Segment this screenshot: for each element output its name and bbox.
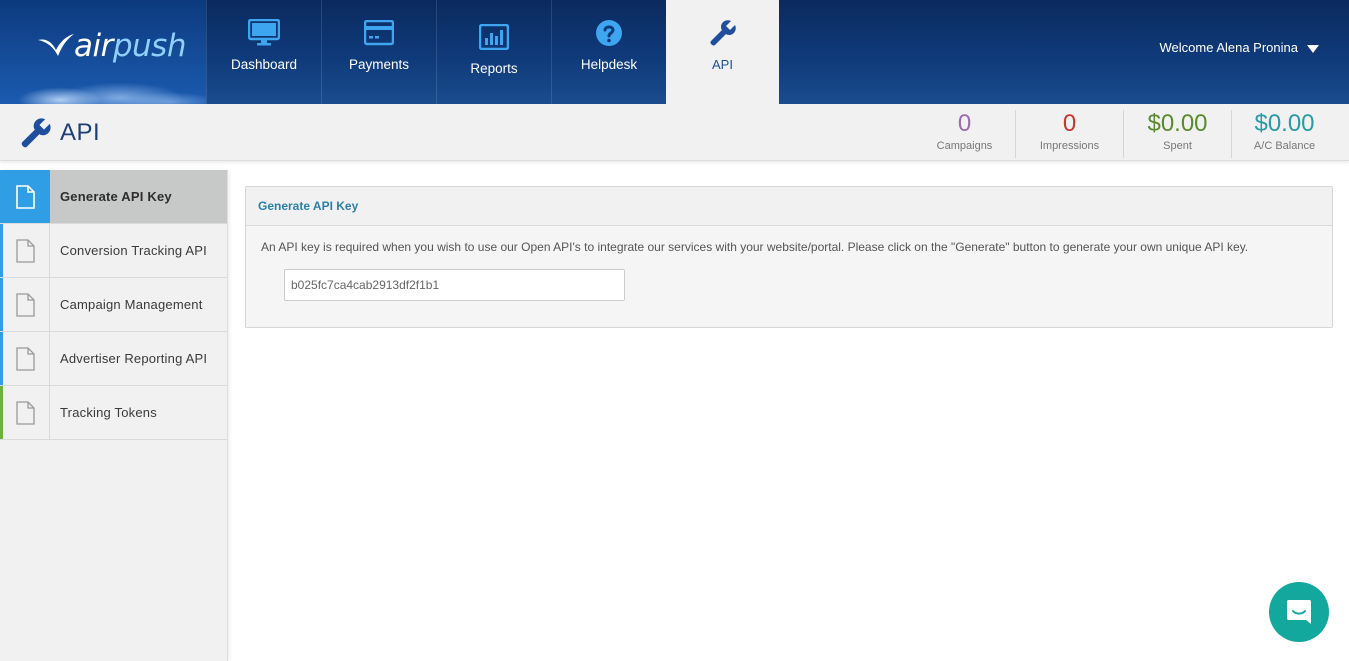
accent-bar bbox=[0, 224, 3, 277]
sidebar-item-label: Conversion Tracking API bbox=[60, 243, 207, 258]
sidebar-item-label: Advertiser Reporting API bbox=[60, 351, 208, 366]
credit-card-icon bbox=[364, 20, 394, 46]
generate-api-key-panel: Generate API Key An API key is required … bbox=[245, 186, 1333, 328]
api-key-field[interactable] bbox=[284, 269, 625, 301]
document-icon bbox=[15, 400, 35, 425]
stat-label: Impressions bbox=[1039, 140, 1100, 152]
nav-helpdesk[interactable]: Helpdesk bbox=[551, 0, 666, 104]
stat-value: 0 bbox=[957, 110, 972, 137]
nav-dashboard[interactable]: Dashboard bbox=[206, 0, 321, 104]
logo-text-push: push bbox=[112, 28, 187, 64]
logo-text: airpush bbox=[74, 28, 186, 64]
stat-spent: $0.00 Spent bbox=[1123, 110, 1231, 158]
sidebar-item-generate-api-key[interactable]: Generate API Key bbox=[0, 170, 227, 224]
wrench-icon bbox=[709, 20, 736, 46]
question-circle-icon bbox=[596, 20, 622, 46]
nav-reports[interactable]: Reports bbox=[436, 0, 551, 104]
nav-api-label: API bbox=[712, 57, 733, 72]
sidebar-item-conversion-tracking-api[interactable]: Conversion Tracking API bbox=[0, 224, 227, 278]
document-icon bbox=[15, 238, 35, 263]
stat-value: $0.00 bbox=[1147, 110, 1208, 137]
nav-payments[interactable]: Payments bbox=[321, 0, 436, 104]
sidebar-item-label: Tracking Tokens bbox=[60, 405, 157, 420]
page-title-bar: API 0 Campaigns 0 Impressions $0.00 Spen… bbox=[0, 104, 1349, 161]
bar-chart-icon bbox=[479, 24, 509, 50]
monitor-icon bbox=[248, 19, 280, 46]
sidebar-item-tracking-tokens[interactable]: Tracking Tokens bbox=[0, 386, 227, 440]
sidebar-item-label: Generate API Key bbox=[60, 189, 172, 204]
nav-payments-label: Payments bbox=[348, 57, 410, 72]
stat-label: Spent bbox=[1163, 140, 1192, 152]
nav-dashboard-label: Dashboard bbox=[230, 57, 298, 72]
stat-value: 0 bbox=[1062, 110, 1077, 137]
caret-down-icon bbox=[1307, 44, 1319, 53]
wrench-icon bbox=[21, 118, 51, 148]
stat-impressions: 0 Impressions bbox=[1015, 110, 1123, 158]
nav-reports-label: Reports bbox=[470, 61, 518, 76]
accent-bar bbox=[0, 386, 3, 439]
api-sidebar: Generate API Key Conversion Tracking API… bbox=[0, 170, 228, 661]
sidebar-item-advertiser-reporting-api[interactable]: Advertiser Reporting API bbox=[0, 332, 227, 386]
user-menu[interactable]: Welcome Alena Pronina bbox=[1159, 40, 1319, 55]
main-nav: Dashboard Payments Reports Helpdesk API bbox=[206, 0, 779, 104]
stat-balance: $0.00 A/C Balance bbox=[1231, 110, 1337, 158]
accent-bar bbox=[0, 278, 3, 331]
document-icon bbox=[15, 292, 35, 317]
chat-launcher-button[interactable] bbox=[1269, 582, 1329, 642]
top-header: airpush Dashboard Payments Reports Helpd… bbox=[0, 0, 1349, 104]
nav-helpdesk-label: Helpdesk bbox=[580, 57, 638, 72]
page-title-text: API bbox=[60, 119, 101, 146]
sidebar-item-campaign-management[interactable]: Campaign Management bbox=[0, 278, 227, 332]
sidebar-item-label: Campaign Management bbox=[60, 297, 203, 312]
panel-description: An API key is required when you wish to … bbox=[261, 240, 1249, 254]
panel-heading: Generate API Key bbox=[258, 199, 359, 213]
accent-bar bbox=[0, 332, 3, 385]
page-title: API bbox=[20, 117, 100, 149]
stat-label: Campaigns bbox=[936, 140, 993, 152]
stat-campaigns: 0 Campaigns bbox=[914, 110, 1015, 158]
document-icon bbox=[15, 346, 35, 371]
bird-logo-icon bbox=[38, 34, 74, 56]
airpush-logo[interactable]: airpush bbox=[36, 26, 186, 66]
panel-header: Generate API Key bbox=[246, 187, 1332, 226]
nav-api[interactable]: API bbox=[666, 0, 779, 104]
welcome-text: Welcome Alena Pronina bbox=[1159, 40, 1298, 55]
panel-body: An API key is required when you wish to … bbox=[246, 226, 1332, 315]
stat-label: A/C Balance bbox=[1253, 140, 1316, 152]
chat-icon bbox=[1287, 600, 1311, 624]
stat-value: $0.00 bbox=[1254, 110, 1315, 137]
document-icon bbox=[16, 184, 35, 209]
account-stats: 0 Campaigns 0 Impressions $0.00 Spent $0… bbox=[914, 110, 1337, 158]
logo-text-air: air bbox=[74, 28, 113, 64]
